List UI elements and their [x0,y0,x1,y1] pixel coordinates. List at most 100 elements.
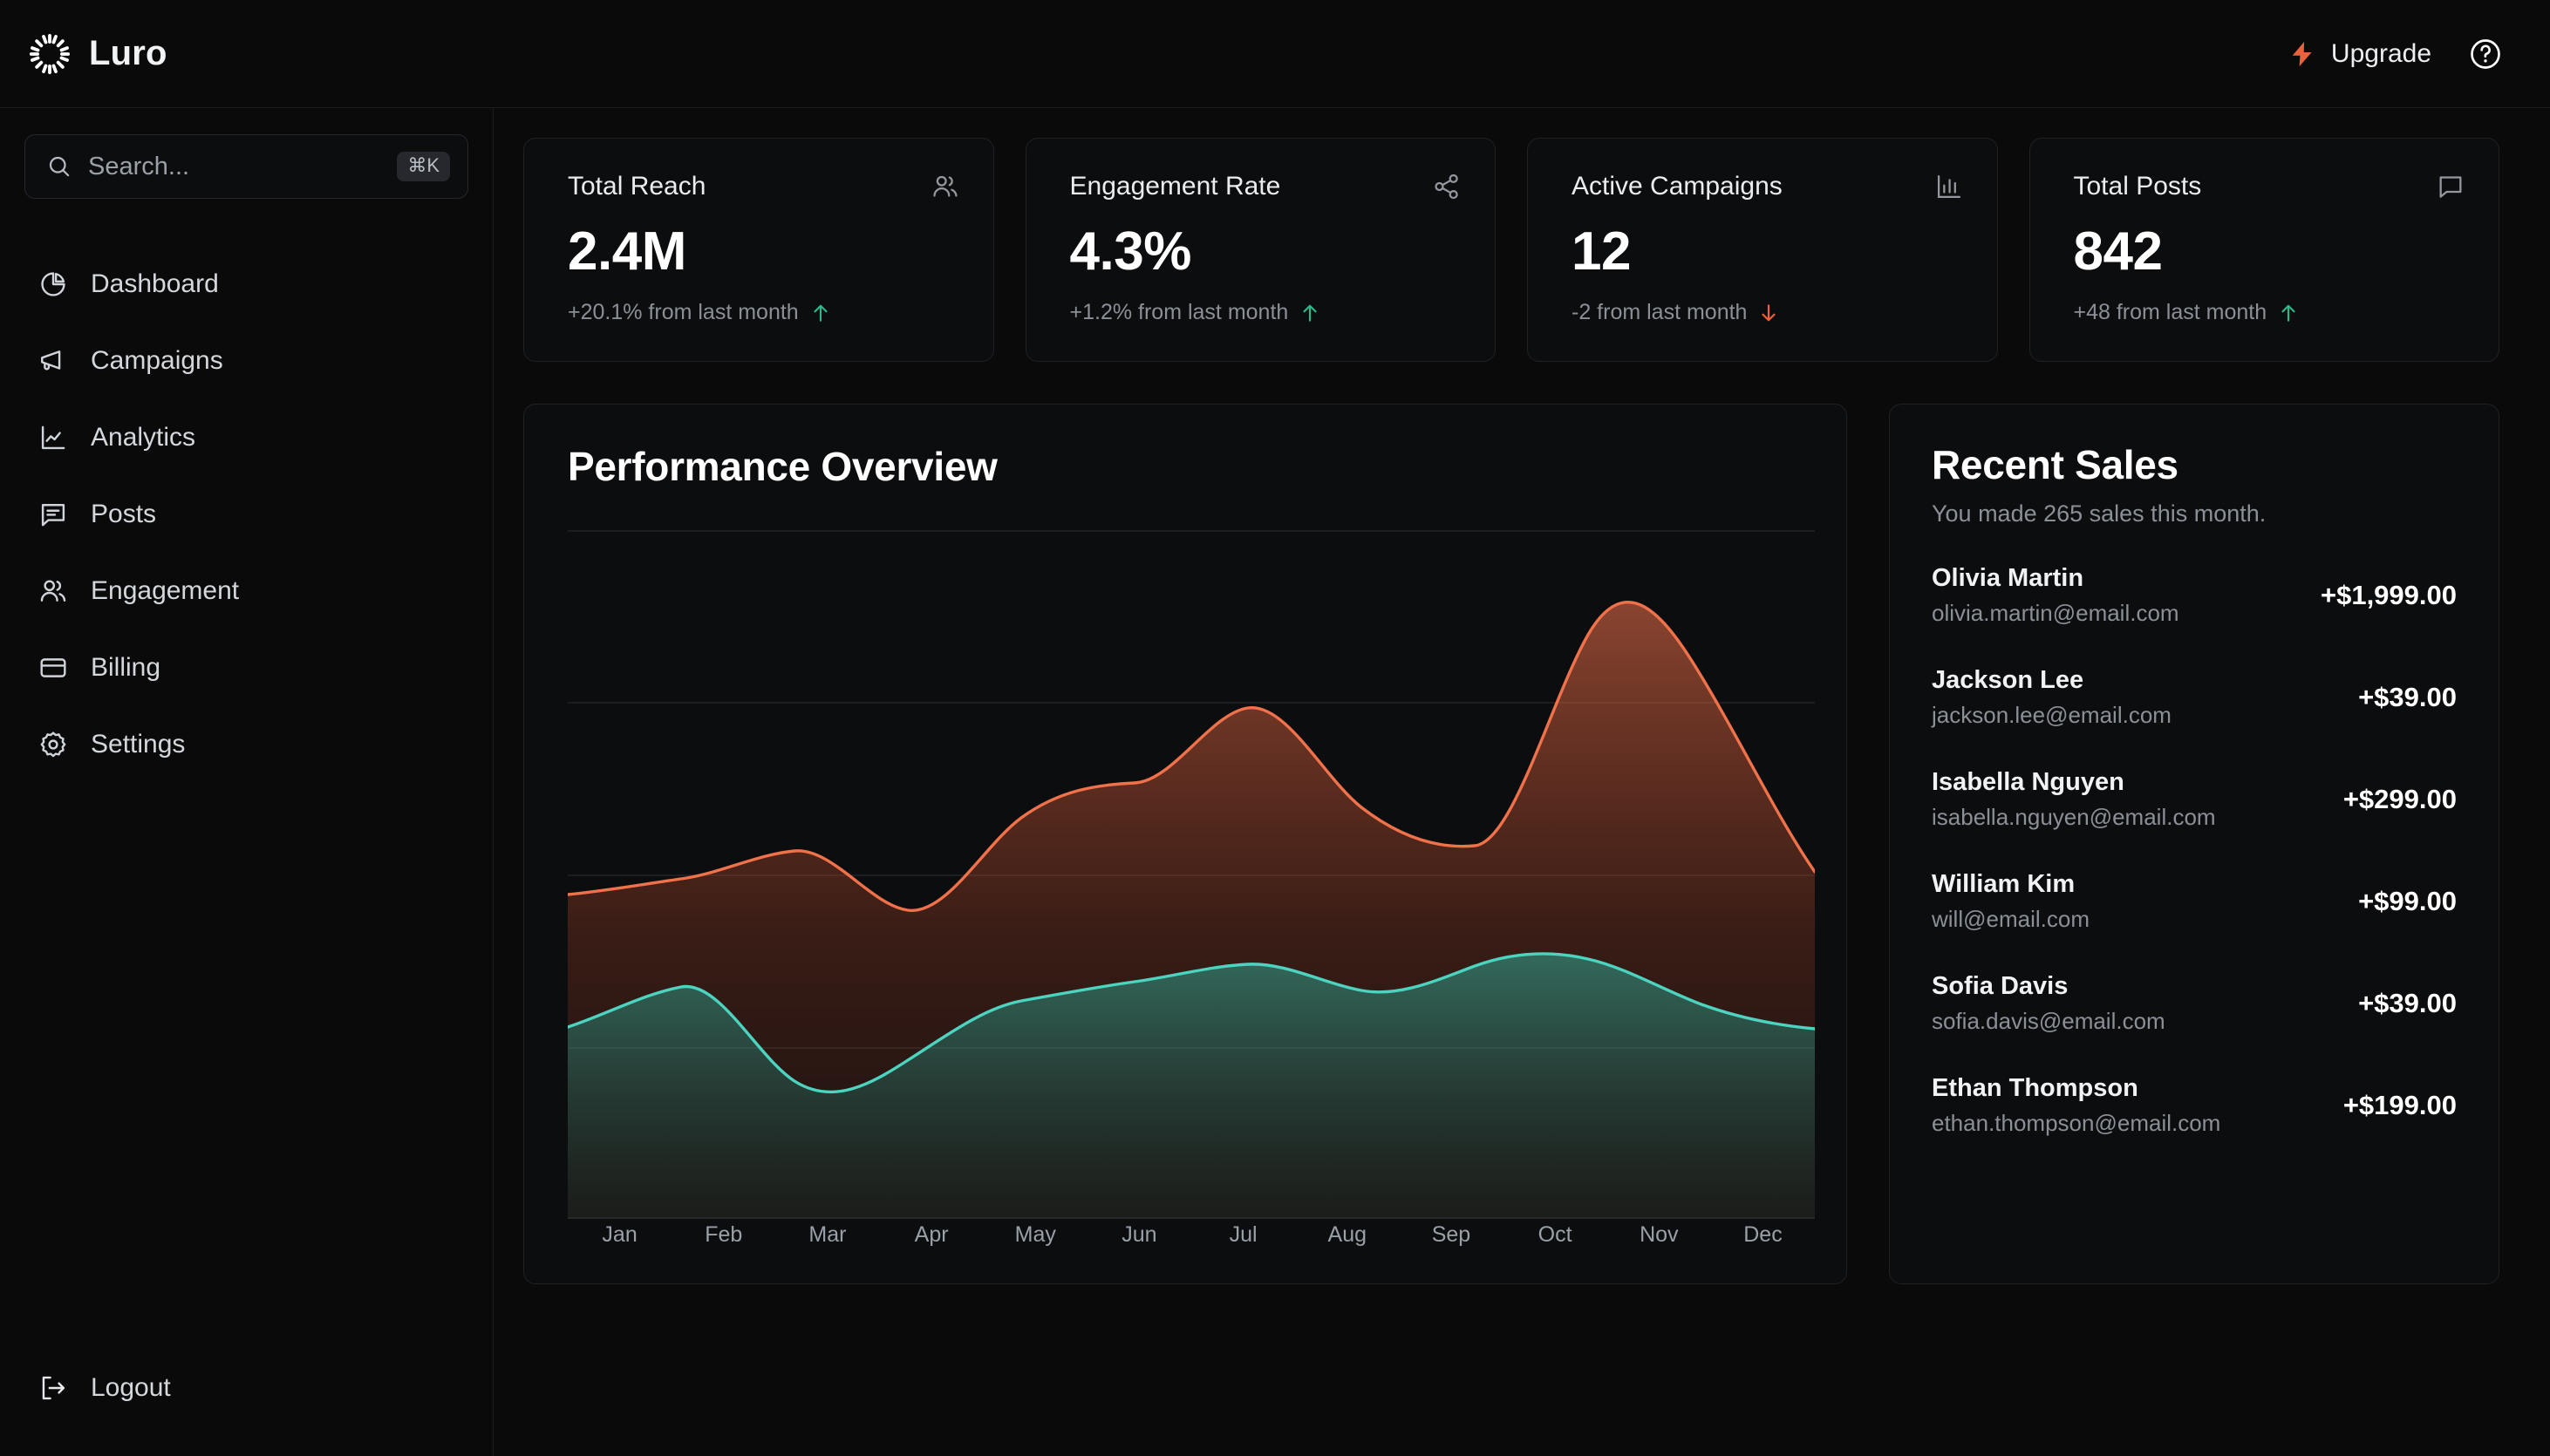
bar-chart-icon [1934,172,1964,201]
sidebar-item-settings[interactable]: Settings [24,706,468,783]
top-bar-actions: Upgrade [2288,37,2503,71]
x-axis-tick: Apr [880,1222,984,1248]
stats-row: Total Reach 2.4M +20.1% from last month [523,138,2499,362]
stat-value: 2.4M [568,221,960,282]
x-axis-tick: Oct [1503,1222,1607,1248]
stat-delta: +48 from last month [2074,300,2466,325]
sale-email: will@email.com [1932,906,2090,933]
sale-email: isabella.nguyen@email.com [1932,804,2216,831]
chart-x-axis: Jan Feb Mar Apr May Jun Jul Aug Sep Oct … [568,1222,1815,1248]
logout-button[interactable]: Logout [24,1350,468,1426]
sale-amount: +$199.00 [2343,1090,2457,1121]
sidebar-item-label: Engagement [91,576,239,606]
x-axis-tick: Feb [672,1222,775,1248]
arrow-up-icon [2277,302,2300,324]
arrow-up-icon [809,302,832,324]
stat-value: 12 [1572,221,1964,282]
logout-label: Logout [91,1373,171,1403]
sidebar-spacer [24,783,468,1350]
stat-delta-text: -2 from last month [1572,300,1747,325]
sale-email: ethan.thompson@email.com [1932,1110,2220,1137]
search-shortcut-badge: ⌘K [397,152,450,181]
credit-card-icon [38,653,68,683]
stat-title: Active Campaigns [1572,172,1783,201]
stat-card-active-campaigns: Active Campaigns 12 -2 from last month [1527,138,1998,362]
sidebar-item-label: Campaigns [91,346,223,376]
help-button[interactable] [2468,37,2503,71]
recent-sales-subtitle: You made 265 sales this month. [1932,500,2457,527]
upgrade-label: Upgrade [2331,39,2431,69]
sidebar-item-label: Billing [91,653,160,683]
sale-email: sofia.davis@email.com [1932,1008,2165,1035]
stat-delta: -2 from last month [1572,300,1964,325]
users-icon [38,576,68,606]
stat-delta-text: +48 from last month [2074,300,2267,325]
sale-amount: +$99.00 [2358,886,2457,917]
sale-amount: +$39.00 [2358,988,2457,1019]
message-square-icon [38,500,68,529]
search-input[interactable]: Search... ⌘K [24,134,468,199]
sidebar-footer: Logout [24,1350,468,1456]
table-row[interactable]: Jackson Lee jackson.lee@email.com +$39.0… [1932,666,2457,729]
sidebar-item-label: Settings [91,730,185,759]
x-axis-tick: Aug [1295,1222,1399,1248]
upgrade-button[interactable]: Upgrade [2288,39,2431,69]
top-bar: Luro Upgrade [0,0,2550,108]
sale-person: Isabella Nguyen isabella.nguyen@email.co… [1932,768,2216,831]
sale-name: William Kim [1932,870,2090,899]
brand-name: Luro [89,34,167,73]
brand[interactable]: Luro [26,31,167,78]
recent-sales-list: Olivia Martin olivia.martin@email.com +$… [1932,564,2457,1137]
table-row[interactable]: Ethan Thompson ethan.thompson@email.com … [1932,1074,2457,1137]
x-axis-tick: Nov [1607,1222,1711,1248]
sale-amount: +$1,999.00 [2321,580,2457,611]
performance-chart: Jan Feb Mar Apr May Jun Jul Aug Sep Oct … [568,530,1813,1248]
stat-value: 4.3% [1070,221,1462,282]
stat-value: 842 [2074,221,2466,282]
sale-name: Isabella Nguyen [1932,768,2216,797]
x-axis-tick: Sep [1399,1222,1503,1248]
table-row[interactable]: Sofia Davis sofia.davis@email.com +$39.0… [1932,972,2457,1035]
table-row[interactable]: Isabella Nguyen isabella.nguyen@email.co… [1932,768,2457,831]
stat-title: Total Reach [568,172,706,201]
table-row[interactable]: William Kim will@email.com +$99.00 [1932,870,2457,933]
sidebar-item-posts[interactable]: Posts [24,476,468,553]
pie-chart-icon [38,269,68,299]
question-circle-icon [2468,37,2503,71]
search-placeholder: Search... [88,153,381,181]
sidebar-item-engagement[interactable]: Engagement [24,553,468,629]
sidebar: Search... ⌘K Dashboard Campaigns [0,108,494,1456]
x-axis-tick: Jul [1191,1222,1295,1248]
stat-delta-text: +20.1% from last month [568,300,799,325]
sunburst-icon [26,31,73,78]
sale-person: Jackson Lee jackson.lee@email.com [1932,666,2172,729]
recent-sales-title: Recent Sales [1932,441,2457,488]
stat-title: Engagement Rate [1070,172,1281,201]
sale-person: William Kim will@email.com [1932,870,2090,933]
arrow-down-icon [1757,302,1780,324]
performance-overview-card: Performance Overview [523,404,1847,1284]
lower-row: Performance Overview [523,404,2499,1284]
sidebar-item-billing[interactable]: Billing [24,629,468,706]
table-row[interactable]: Olivia Martin olivia.martin@email.com +$… [1932,564,2457,627]
sale-amount: +$39.00 [2358,682,2457,713]
performance-chart-svg [568,530,1815,1219]
megaphone-icon [38,346,68,376]
stat-delta-text: +1.2% from last month [1070,300,1289,325]
sidebar-item-analytics[interactable]: Analytics [24,399,468,476]
stat-header: Engagement Rate [1070,172,1462,201]
x-axis-tick: Jan [568,1222,672,1248]
sale-name: Sofia Davis [1932,972,2165,1001]
x-axis-tick: May [984,1222,1088,1248]
dashboard-app: Luro Upgrade [0,0,2550,1456]
sidebar-nav: Dashboard Campaigns Analytics [24,246,468,783]
stat-delta: +20.1% from last month [568,300,960,325]
sidebar-item-campaigns[interactable]: Campaigns [24,323,468,399]
stat-delta: +1.2% from last month [1070,300,1462,325]
sale-person: Olivia Martin olivia.martin@email.com [1932,564,2179,627]
sidebar-item-label: Dashboard [91,269,219,299]
stat-card-engagement-rate: Engagement Rate 4.3% +1.2% from last mon… [1026,138,1497,362]
line-chart-icon [38,423,68,452]
sidebar-item-dashboard[interactable]: Dashboard [24,246,468,323]
sale-email: jackson.lee@email.com [1932,702,2172,729]
